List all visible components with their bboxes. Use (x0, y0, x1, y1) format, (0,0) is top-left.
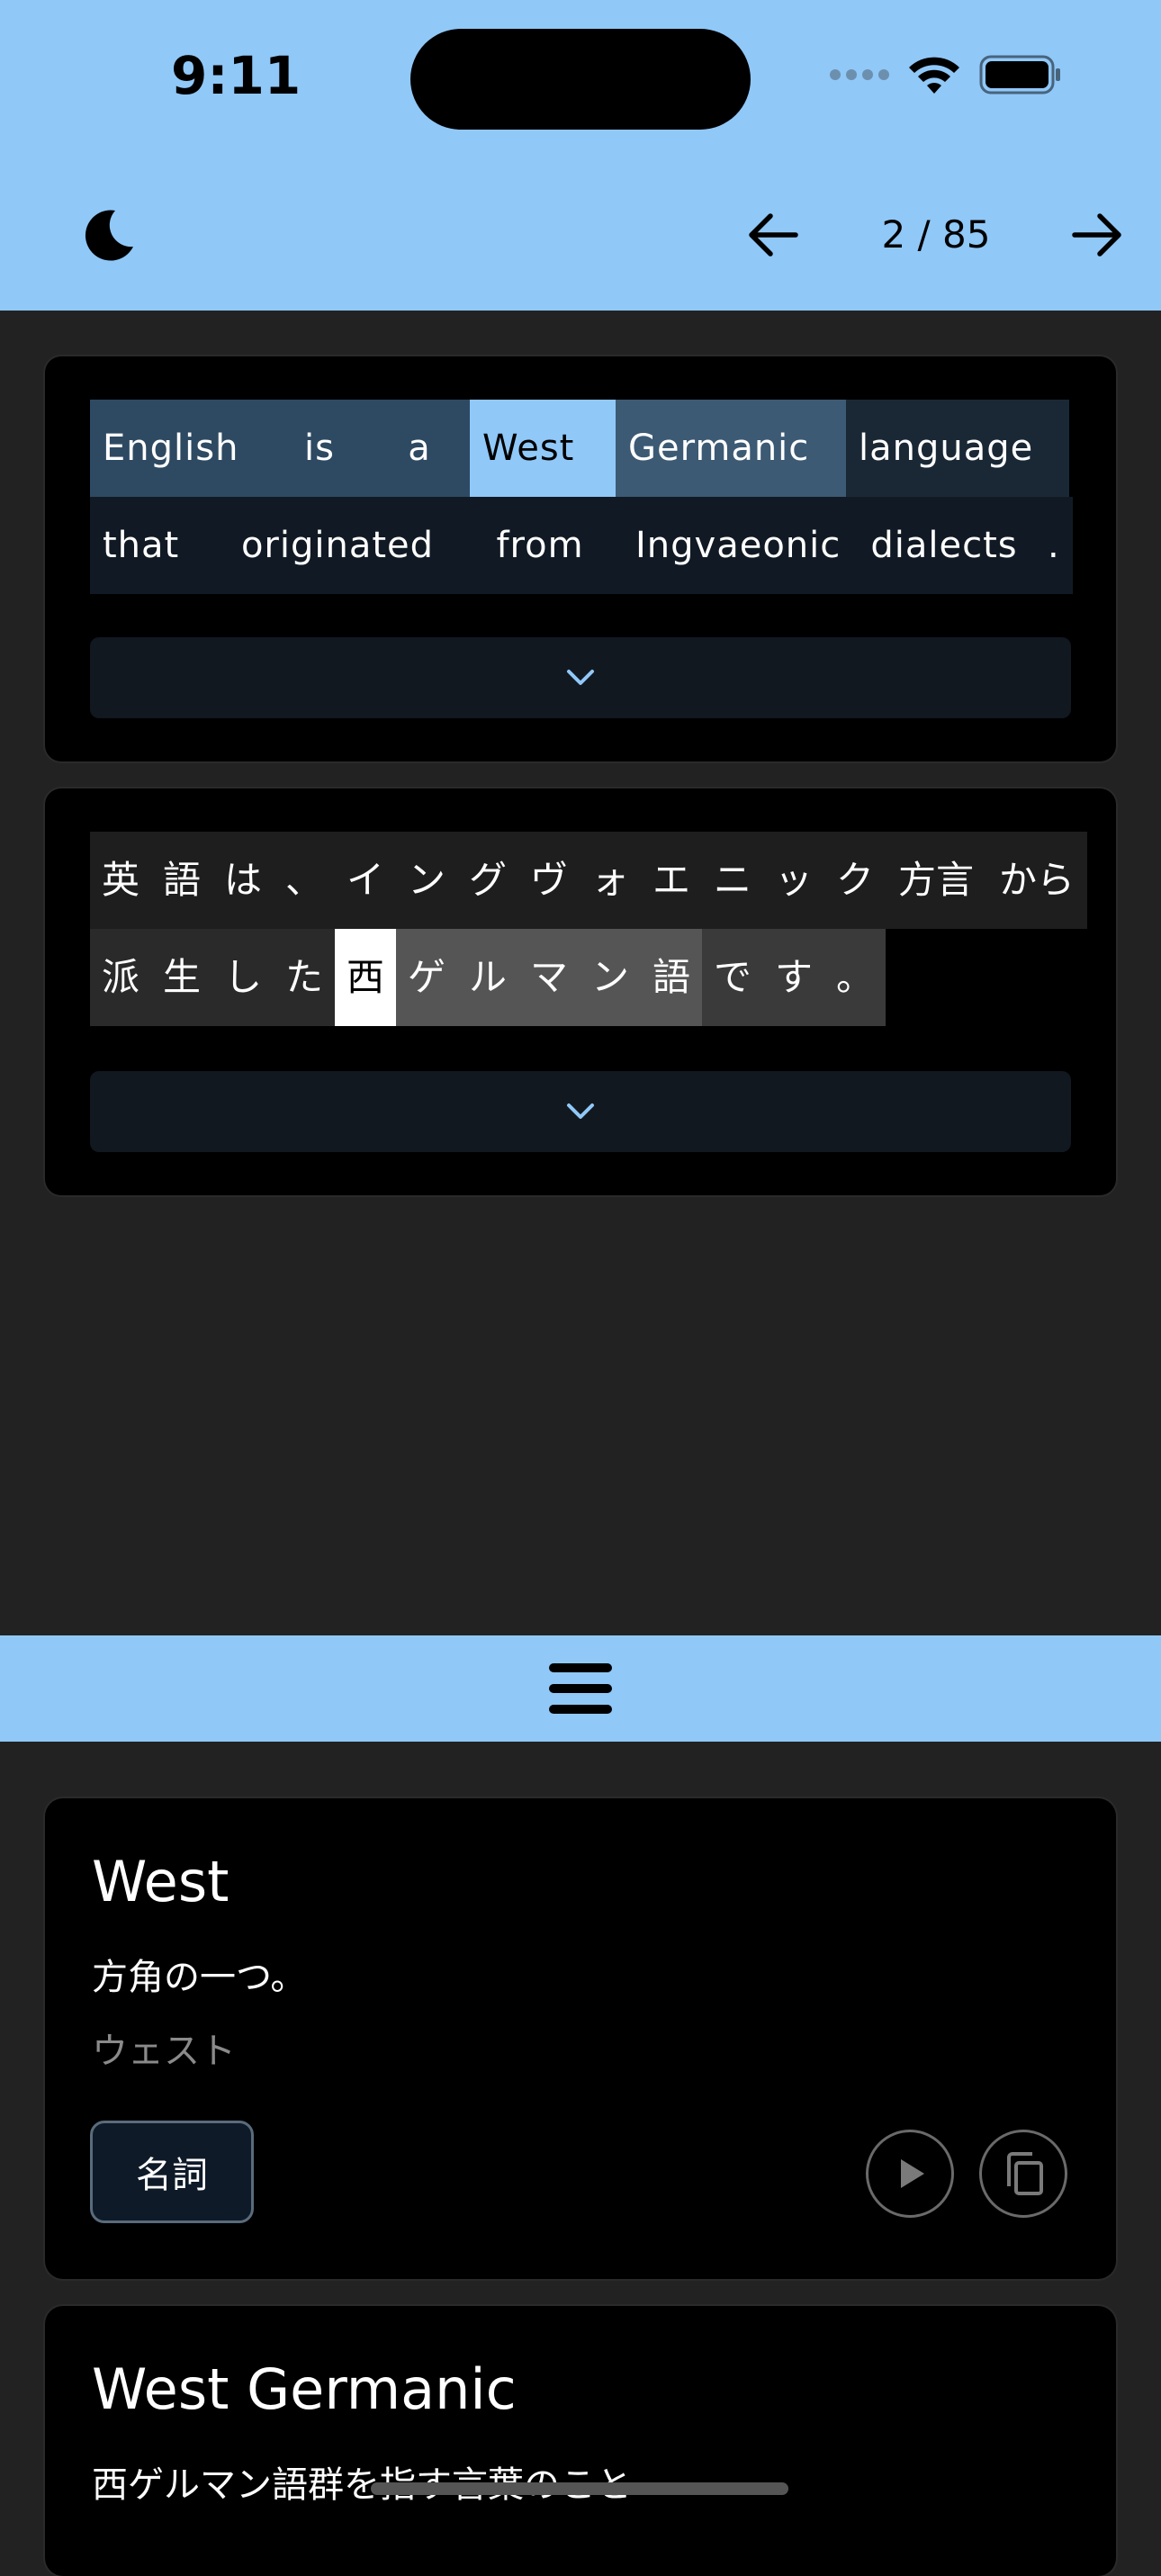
status-time: 9:11 (171, 45, 302, 106)
word-token[interactable]: originated (218, 497, 457, 594)
word-token[interactable]: 方言 (886, 832, 986, 929)
word-token[interactable]: 語 (151, 832, 212, 929)
home-indicator (371, 2482, 788, 2495)
dynamic-island (410, 29, 751, 130)
word-token[interactable]: イ (335, 832, 396, 929)
word-token[interactable]: 、 (274, 832, 335, 929)
word-token[interactable]: 語 (641, 929, 702, 1026)
copy-icon (1007, 2152, 1043, 2195)
entry-reading: ウェスト (92, 2031, 236, 2072)
word-token[interactable]: West (470, 400, 616, 497)
copy-button[interactable] (979, 2130, 1067, 2218)
entry-word: West (92, 1849, 230, 1914)
word-token[interactable]: language (846, 400, 1069, 497)
japanese-token-row: 英語は、イングヴォエニック方言 から (90, 832, 1087, 929)
next-arrow-icon[interactable] (1069, 207, 1125, 263)
word-token[interactable]: Germanic (616, 400, 846, 497)
panel-resize-handle[interactable] (0, 1635, 1161, 1742)
word-token[interactable]: ヴ (518, 832, 580, 929)
cellular-signal-icon (830, 69, 889, 80)
english-token-row: English is a West Germanic language (90, 400, 1069, 497)
word-token[interactable]: す (763, 929, 824, 1026)
play-audio-button[interactable] (866, 2130, 954, 2218)
expand-translation-button[interactable] (90, 1071, 1071, 1152)
word-token[interactable]: 生 (151, 929, 212, 1026)
word-token[interactable]: that (90, 497, 218, 594)
entry-word: West Germanic (92, 2356, 517, 2422)
english-token-row: that originated from Ingvaeonic dialects… (90, 497, 1073, 594)
word-token[interactable]: た (274, 929, 335, 1026)
word-token[interactable]: ッ (763, 832, 824, 929)
top-bar: 9:11 2 / 85 (0, 0, 1161, 311)
word-token[interactable]: し (212, 929, 274, 1026)
word-token[interactable]: ン (396, 832, 457, 929)
word-token[interactable]: ン (580, 929, 641, 1026)
word-token[interactable]: は (212, 832, 274, 929)
word-token[interactable]: ォ (580, 832, 641, 929)
dictionary-entry-card: West Germanic 西ゲルマン語群を指す言葉のこと (45, 2306, 1116, 2576)
japanese-sentence-card: 英語は、イングヴォエニック方言 から 派生した西ゲルマン語です。 (45, 788, 1116, 1195)
word-token[interactable]: エ (641, 832, 702, 929)
word-token[interactable]: a (369, 400, 470, 497)
play-icon (901, 2159, 924, 2188)
page-indicator: 2 / 85 (881, 212, 991, 257)
word-token[interactable]: ル (457, 929, 518, 1026)
previous-arrow-icon[interactable] (745, 207, 801, 263)
word-token[interactable]: グ (457, 832, 518, 929)
dark-mode-moon-icon[interactable] (79, 205, 139, 265)
word-token[interactable]: 西 (335, 929, 396, 1026)
word-token[interactable]: . (1035, 497, 1073, 594)
part-of-speech-badge[interactable]: 名詞 (90, 2121, 254, 2223)
english-sentence-card: English is a West Germanic language that… (45, 356, 1116, 761)
word-token[interactable]: ニ (702, 832, 763, 929)
word-token[interactable]: dialects (853, 497, 1035, 594)
chevron-down-icon (567, 670, 594, 685)
japanese-token-row: 派生した西ゲルマン語です。 (90, 929, 886, 1026)
word-token[interactable]: is (270, 400, 369, 497)
status-icons (830, 54, 1062, 95)
expand-translation-button[interactable] (90, 637, 1071, 718)
word-token[interactable]: 。 (824, 929, 886, 1026)
chevron-down-icon (567, 1103, 594, 1119)
word-token[interactable]: 派 (90, 929, 151, 1026)
battery-icon (979, 55, 1060, 95)
dictionary-entry-card: West 方角の一つ。 ウェスト 名詞 (45, 1798, 1116, 2279)
entry-meaning: 方角の一つ。 (92, 1957, 307, 1998)
word-token[interactable]: 英 (90, 832, 151, 929)
word-token[interactable]: from (457, 497, 623, 594)
word-token[interactable]: から (986, 832, 1087, 929)
menu-handle-icon (549, 1663, 612, 1714)
wifi-icon (909, 57, 959, 94)
word-token[interactable]: ク (824, 832, 886, 929)
entry-meaning: 西ゲルマン語群を指す言葉のこと (92, 2464, 632, 2506)
word-token[interactable]: ゲ (396, 929, 457, 1026)
word-token[interactable]: Ingvaeonic (623, 497, 853, 594)
word-token[interactable]: マ (518, 929, 580, 1026)
word-token[interactable]: English (90, 400, 270, 497)
word-token[interactable]: で (702, 929, 763, 1026)
